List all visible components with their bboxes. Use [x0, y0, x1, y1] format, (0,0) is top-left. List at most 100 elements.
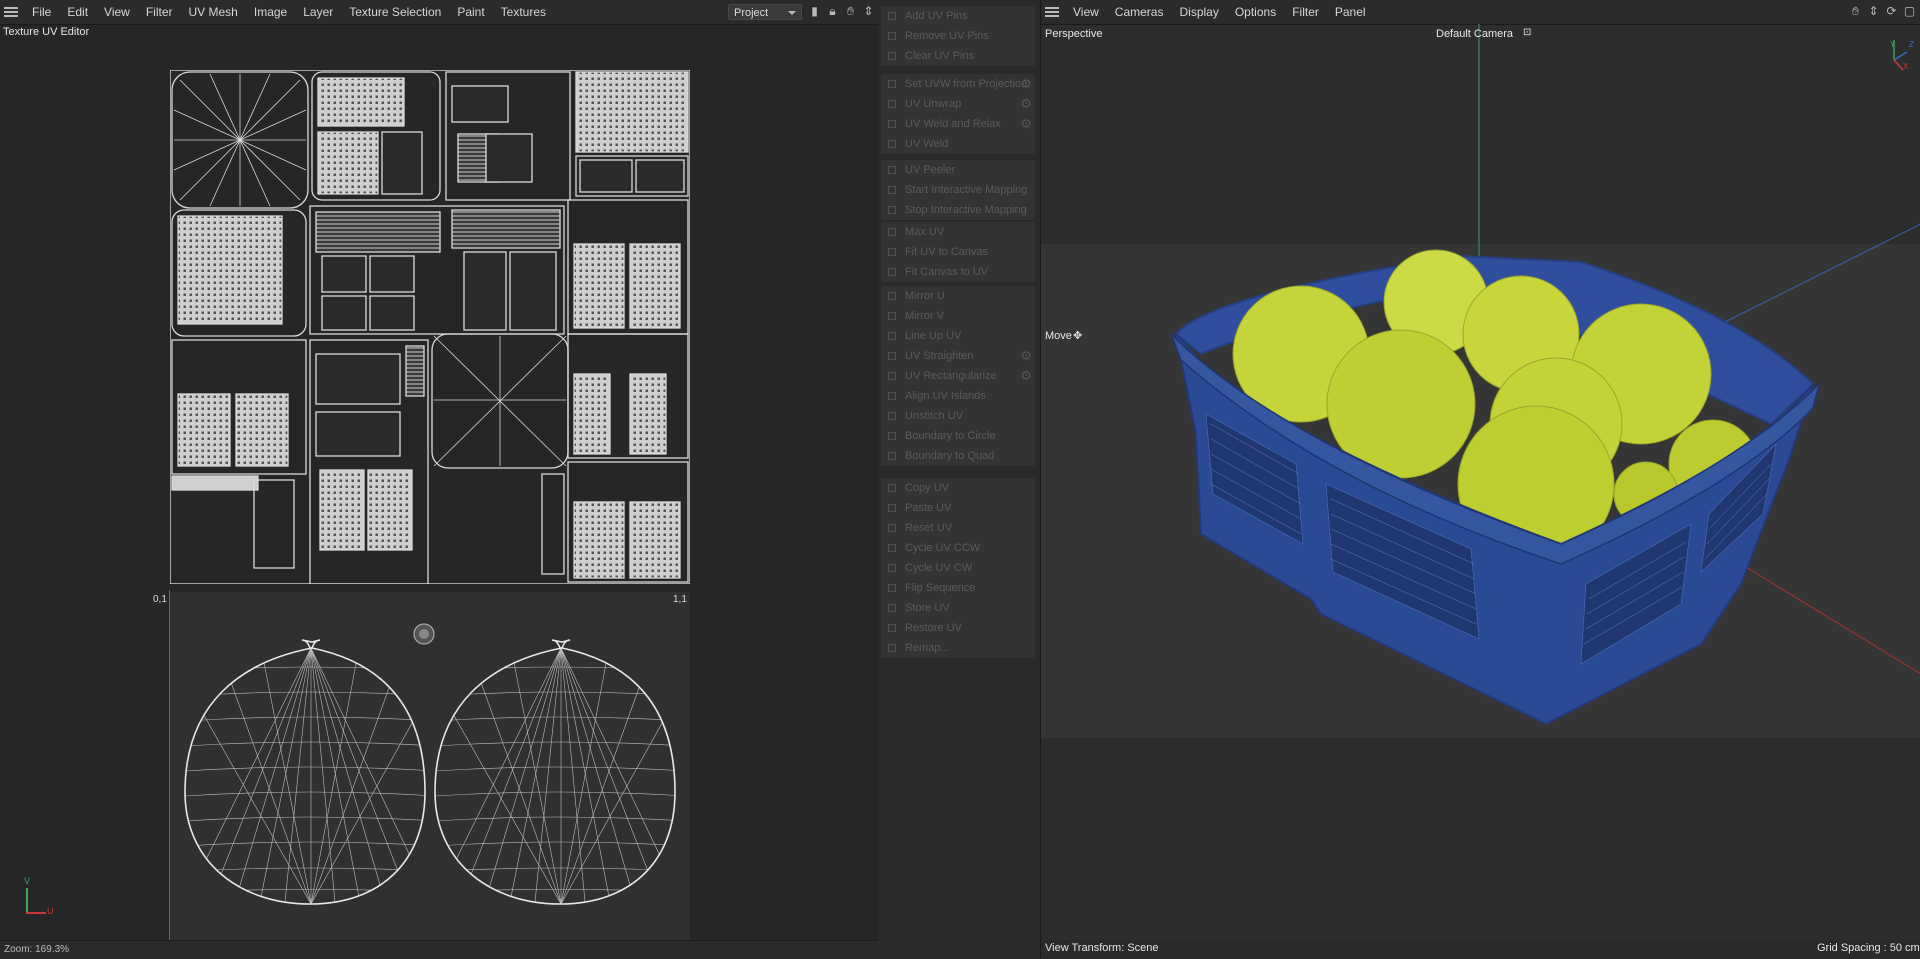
gizmo-x-label: X	[1903, 62, 1909, 71]
histogram-icon[interactable]: ▮	[808, 5, 821, 18]
command-mirror-v[interactable]: Mirror V	[881, 306, 1035, 326]
command-icon	[888, 80, 896, 88]
hamburger-menu-icon[interactable]	[4, 7, 18, 17]
gizmo-z-label: Z	[1909, 40, 1914, 49]
command-uv-weld[interactable]: UV Weld	[881, 134, 1035, 154]
view-transform-label: View Transform: Scene	[1045, 942, 1159, 954]
viewport-scene[interactable]	[1041, 24, 1920, 940]
command-label: Remove UV Pins	[905, 30, 989, 42]
command-flip-sequence[interactable]: Flip Sequence	[881, 578, 1035, 598]
gear-icon[interactable]: ⚙	[1020, 117, 1032, 131]
command-store-uv[interactable]: Store UV	[881, 598, 1035, 618]
command-restore-uv[interactable]: Restore UV	[881, 618, 1035, 638]
command-label: UV Peeler	[905, 164, 956, 176]
uv-corner-01: 0,1	[153, 594, 167, 605]
command-remove-uv-pins[interactable]: Remove UV Pins	[881, 26, 1035, 46]
command-icon	[888, 372, 896, 380]
command-group: UV Peeler Start Interactive Mapping Stop I…	[881, 160, 1035, 220]
command-label: Paste UV	[905, 502, 952, 514]
vp-menu-cameras[interactable]: Cameras	[1107, 0, 1172, 24]
menu-paint[interactable]: Paint	[449, 0, 492, 24]
command-icon	[888, 484, 896, 492]
move-arrows-icon[interactable]: ⇕	[1867, 5, 1880, 18]
pan-hand-icon[interactable]: ✋︎	[1849, 5, 1862, 18]
viewport-projection[interactable]: Perspective	[1045, 28, 1102, 40]
command-unstitch-uv[interactable]: Unstitch UV	[881, 406, 1035, 426]
vp-menu-panel[interactable]: Panel	[1327, 0, 1374, 24]
texture-uv-editor: File Edit View Filter UV Mesh Image Laye…	[0, 0, 878, 959]
command-remap[interactable]: Remap...	[881, 638, 1035, 658]
hamburger-menu-icon[interactable]	[1045, 7, 1059, 17]
viewport-menubar: View Cameras Display Options Filter Pane…	[1041, 0, 1920, 25]
command-align-uv-islands[interactable]: Align UV Islands	[881, 386, 1035, 406]
pan-hand-icon[interactable]: ✋︎	[844, 5, 857, 18]
command-uv-straighten[interactable]: UV Straighten ⚙	[881, 346, 1035, 366]
command-add-uv-pins[interactable]: Add UV Pins	[881, 6, 1035, 26]
command-uv-weld-and-relax[interactable]: UV Weld and Relax ⚙	[881, 114, 1035, 134]
menu-file[interactable]: File	[24, 0, 59, 24]
uv-canvas-crate[interactable]	[170, 70, 690, 584]
tool-label: Move	[1045, 330, 1072, 342]
command-max-uv[interactable]: Max UV	[881, 222, 1035, 242]
menu-view[interactable]: View	[96, 0, 138, 24]
vp-menu-options[interactable]: Options	[1227, 0, 1284, 24]
command-uv-unwrap[interactable]: UV Unwrap ⚙	[881, 94, 1035, 114]
vp-menu-filter[interactable]: Filter	[1284, 0, 1327, 24]
command-clear-uv-pins[interactable]: Clear UV Pins	[881, 46, 1035, 66]
gizmo-y-label: Y	[1890, 40, 1896, 49]
command-line-up-uv[interactable]: Line Up UV	[881, 326, 1035, 346]
axis-v-label: V	[24, 876, 31, 886]
vp-menu-view[interactable]: View	[1065, 0, 1107, 24]
command-paste-uv[interactable]: Paste UV	[881, 498, 1035, 518]
menu-texture-selection[interactable]: Texture Selection	[341, 0, 449, 24]
rotate-icon[interactable]: ⟳	[1885, 5, 1898, 18]
command-label: UV Rectangularize	[905, 370, 997, 382]
command-fit-uv-to-canvas[interactable]: Fit UV to Canvas	[881, 242, 1035, 262]
vp-menu-display[interactable]: Display	[1171, 0, 1226, 24]
camera-icon[interactable]: ⊡	[1523, 27, 1531, 38]
command-cycle-uv-cw[interactable]: Cycle UV CW	[881, 558, 1035, 578]
gear-icon[interactable]: ⚙	[1020, 77, 1032, 91]
command-icon	[888, 248, 896, 256]
menu-layer[interactable]: Layer	[295, 0, 341, 24]
menu-filter[interactable]: Filter	[138, 0, 181, 24]
command-cycle-uv-ccw[interactable]: Cycle UV CCW	[881, 538, 1035, 558]
command-mirror-u[interactable]: Mirror U	[881, 286, 1035, 306]
command-icon	[888, 584, 896, 592]
command-uv-peeler[interactable]: UV Peeler	[881, 160, 1035, 180]
command-label: Store UV	[905, 602, 950, 614]
command-uv-rectangularize[interactable]: UV Rectangularize ⚙	[881, 366, 1035, 386]
command-boundary-to-circle[interactable]: Boundary to Circle	[881, 426, 1035, 446]
uv-menubar: File Edit View Filter UV Mesh Image Laye…	[0, 0, 878, 25]
command-icon	[888, 432, 896, 440]
command-start-interactive-mapping[interactable]: Start Interactive Mapping	[881, 180, 1035, 200]
zoom-arrows-icon[interactable]: ⇕	[862, 5, 875, 18]
menu-image[interactable]: Image	[246, 0, 295, 24]
menu-textures[interactable]: Textures	[493, 0, 554, 24]
gear-icon[interactable]: ⚙	[1020, 349, 1032, 363]
command-label: Unstitch UV	[905, 410, 964, 422]
command-label: Fit Canvas to UV	[905, 266, 989, 278]
command-icon	[888, 564, 896, 572]
command-boundary-to-quad[interactable]: Boundary to Quad	[881, 446, 1035, 466]
maximize-icon[interactable]: ▢	[1903, 5, 1916, 18]
gear-icon[interactable]: ⚙	[1020, 97, 1032, 111]
menu-edit[interactable]: Edit	[59, 0, 96, 24]
viewport-3d[interactable]: View Cameras Display Options Filter Pane…	[1040, 0, 1920, 958]
command-label: UV Straighten	[905, 350, 974, 362]
command-copy-uv[interactable]: Copy UV	[881, 478, 1035, 498]
menu-uv-mesh[interactable]: UV Mesh	[181, 0, 246, 24]
command-label: Reset UV	[905, 522, 953, 534]
camera-label[interactable]: Default Camera	[1436, 28, 1513, 40]
command-set-uvw-from-projection[interactable]: Set UVW from Projection ⚙	[881, 74, 1035, 94]
project-dropdown[interactable]: Project	[728, 4, 802, 20]
command-group: Copy UV Paste UV Reset UV Cycle UV CCW Cycle…	[881, 478, 1035, 658]
command-stop-interactive-mapping[interactable]: Stop Interactive Mapping	[881, 200, 1035, 220]
lock-icon[interactable]: 🔒︎	[826, 5, 839, 18]
command-fit-canvas-to-uv[interactable]: Fit Canvas to UV	[881, 262, 1035, 282]
command-reset-uv[interactable]: Reset UV	[881, 518, 1035, 538]
command-group: Set UVW from Projection ⚙ UV Unwrap ⚙ UV Wel…	[881, 74, 1035, 154]
command-icon	[888, 504, 896, 512]
gear-icon[interactable]: ⚙	[1020, 369, 1032, 383]
uv-canvas-fruit[interactable]	[170, 592, 690, 940]
